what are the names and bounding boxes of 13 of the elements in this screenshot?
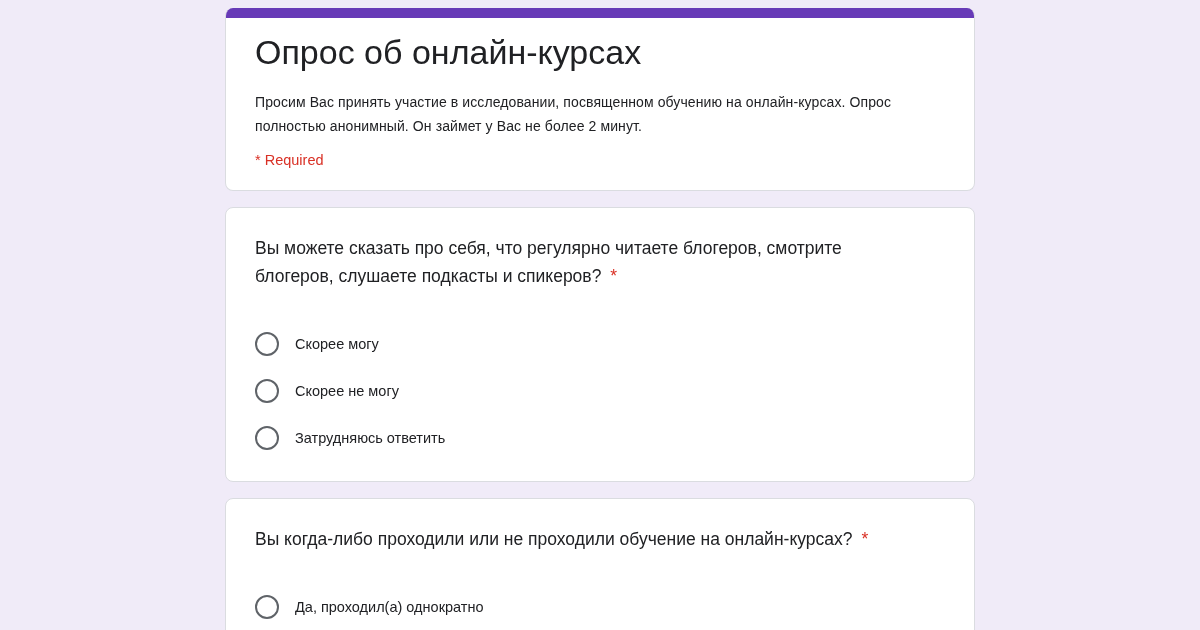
radio-option[interactable]: Скорее могу xyxy=(255,320,379,368)
question-text: Вы когда-либо проходили или не проходили обучение на онлайн-курсах? * xyxy=(255,528,870,552)
radio-button[interactable] xyxy=(255,331,279,356)
form-description: Просим Вас принять участие в исследовании, посвященном обучению на онлайн-курсах. Опрос полностью анонимный. Он займет у Вас не более 2 минут. xyxy=(255,93,892,137)
radio-option[interactable]: Да, проходил(а) однократно xyxy=(255,583,484,630)
radio-option[interactable]: Скорее не могу xyxy=(255,367,399,415)
radio-button[interactable] xyxy=(255,425,279,450)
radio-button[interactable] xyxy=(255,594,279,619)
question-text: Вы можете сказать про себя, что регулярно читаете блогеров, смотрите блогеров, слушаете подкасты и спикеров? * xyxy=(255,237,843,289)
required-note: * Required xyxy=(255,152,325,169)
form-title: Опрос об онлайн-курсах xyxy=(255,32,643,73)
radio-button[interactable] xyxy=(255,378,279,403)
radio-option[interactable]: Затрудняюсь ответить xyxy=(255,414,446,462)
